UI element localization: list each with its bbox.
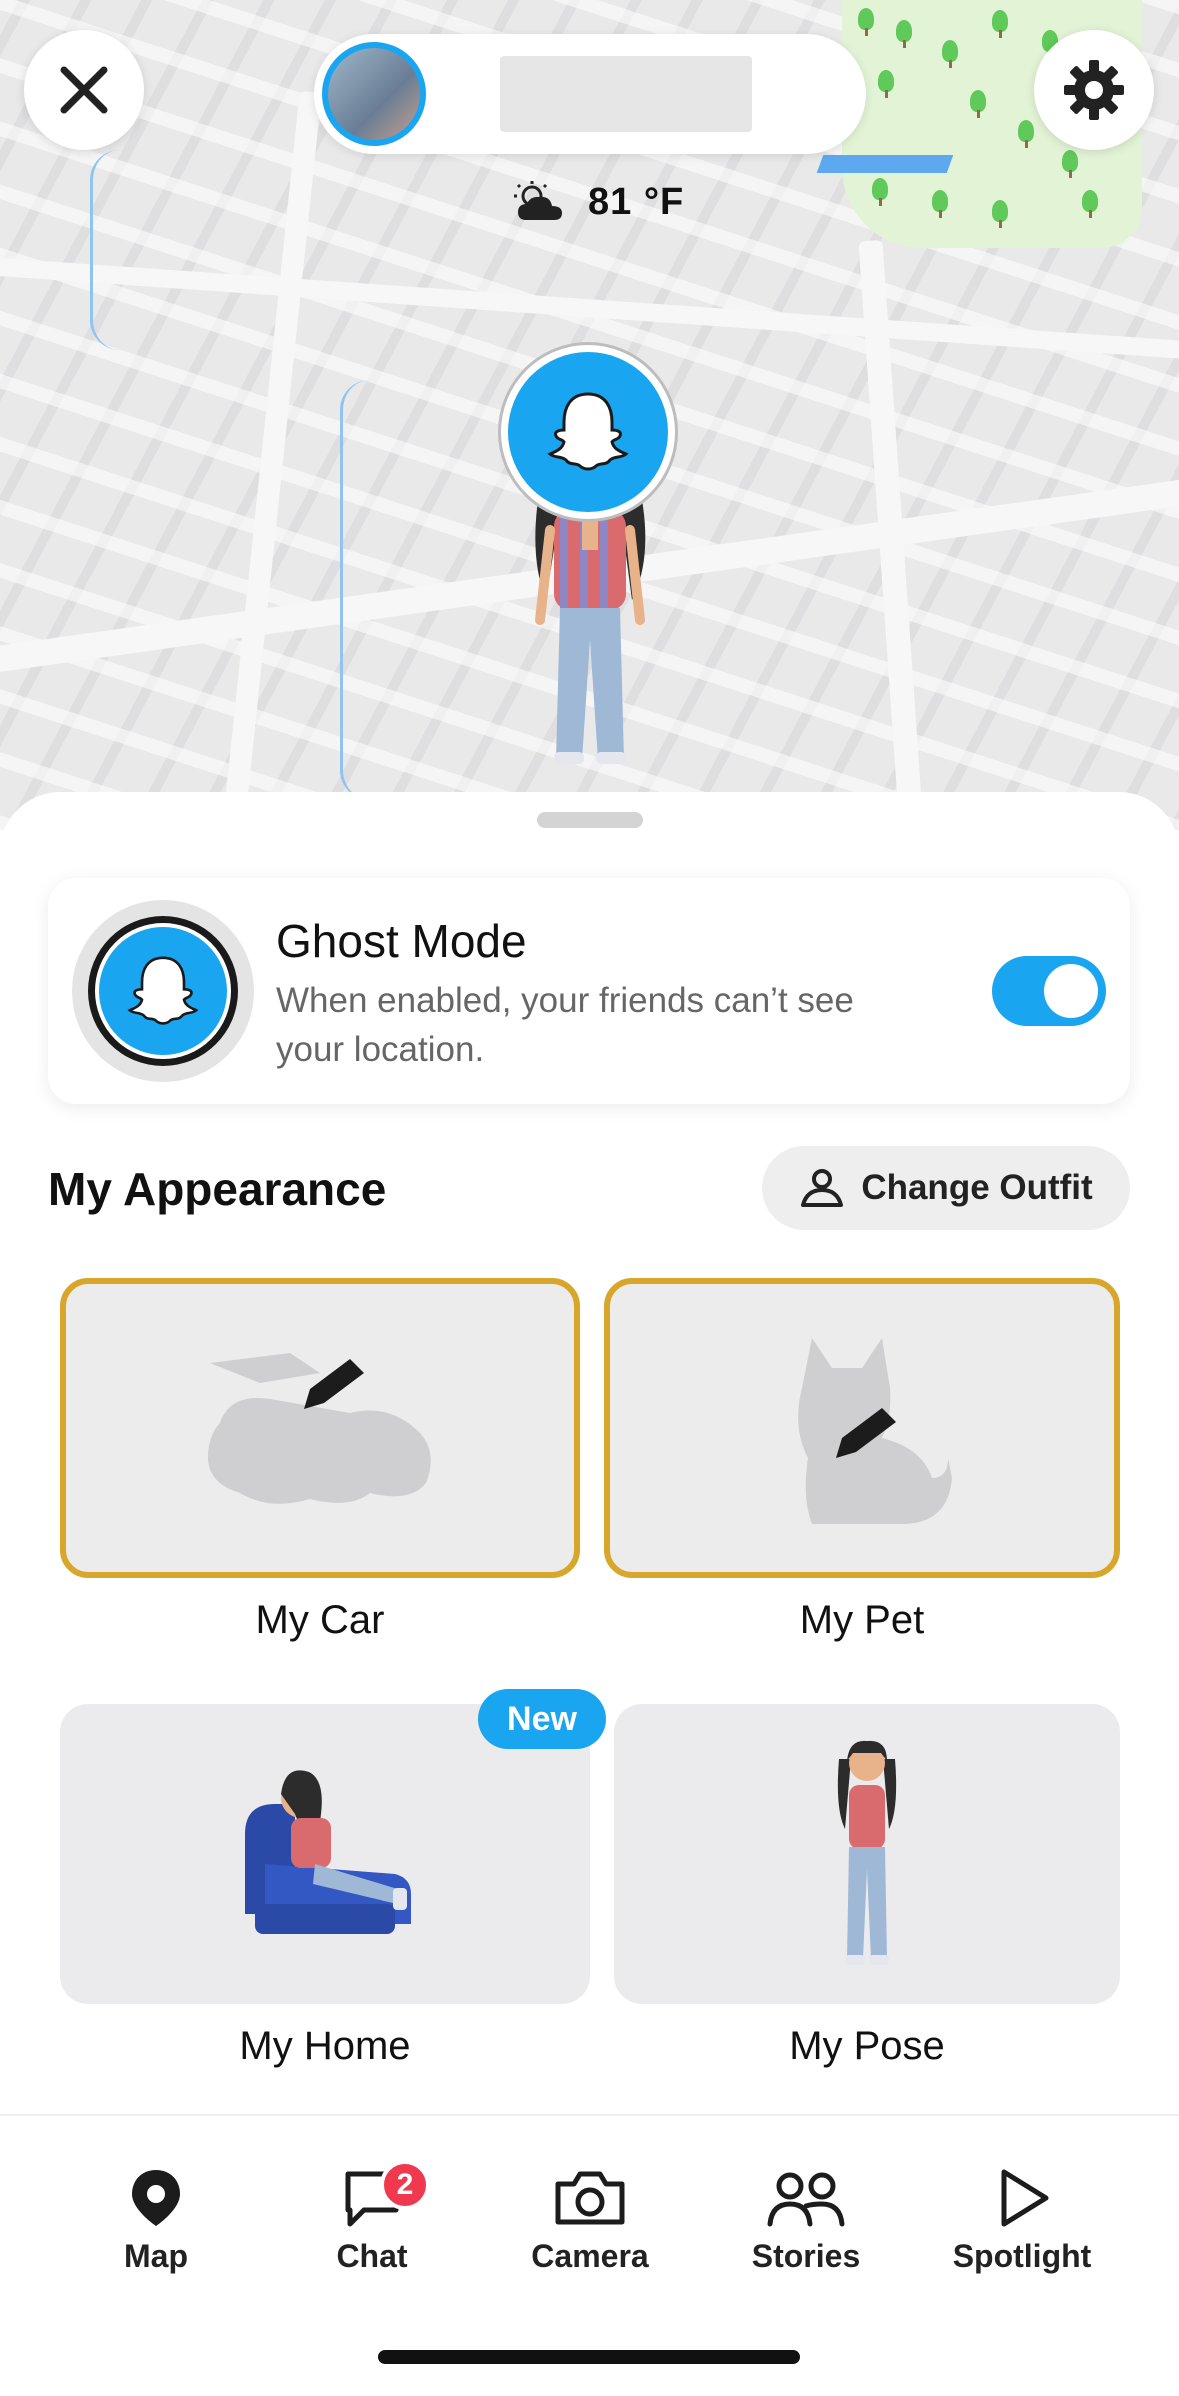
tab-spotlight[interactable]: Spotlight (932, 2166, 1112, 2275)
avatar[interactable] (322, 42, 426, 146)
tree-icon (858, 8, 874, 36)
tab-map[interactable]: Map (66, 2166, 246, 2275)
map-pin-icon (132, 2170, 180, 2226)
profile-name (500, 56, 752, 132)
ghost-location-marker[interactable] (498, 342, 678, 522)
ghost-mode-toggle[interactable] (992, 956, 1106, 1026)
temperature-label: 81 °F (588, 180, 685, 223)
spotlight-icon (1001, 2169, 1049, 2227)
tab-label: Camera (531, 2238, 649, 2274)
my-pet-tile[interactable] (604, 1278, 1120, 1578)
home-indicator[interactable] (378, 2350, 800, 2364)
stories-icon (767, 2172, 845, 2227)
tab-chat[interactable]: 2 Chat (282, 2160, 462, 2275)
tree-icon (872, 178, 888, 206)
dog-silhouette-edit-icon (798, 1338, 952, 1524)
new-badge: New (478, 1689, 606, 1749)
map-river (90, 150, 150, 350)
person-icon (801, 1169, 844, 1207)
change-outfit-button[interactable]: Change Outfit (762, 1146, 1130, 1230)
sheet-grabber[interactable] (537, 812, 643, 828)
camera-icon (555, 2171, 625, 2225)
profile-pill[interactable] (314, 34, 866, 154)
ghost-icon (127, 956, 199, 1025)
tab-label: Chat (336, 2238, 408, 2274)
tab-label: Map (124, 2238, 188, 2274)
settings-button[interactable] (1034, 30, 1154, 150)
tab-stories[interactable]: Stories (716, 2166, 896, 2275)
ghost-mode-card: Ghost Mode When enabled, your friends ca… (48, 878, 1130, 1104)
tree-icon (878, 70, 894, 98)
map-pond (816, 155, 954, 173)
tab-camera[interactable]: Camera (500, 2166, 680, 2275)
tree-icon (932, 190, 948, 218)
my-home-tile[interactable] (60, 1704, 590, 2004)
my-home-label: My Home (239, 2024, 411, 2068)
tab-label: Stories (751, 2238, 861, 2274)
toggle-knob (1044, 964, 1098, 1018)
weather-readout: 81 °F (510, 180, 684, 224)
close-icon (60, 66, 108, 114)
tree-icon (942, 40, 958, 68)
gear-icon (1064, 60, 1124, 120)
tree-icon (1082, 190, 1098, 218)
ghost-icon (547, 392, 629, 471)
map-road (220, 90, 322, 830)
partly-cloudy-icon (514, 181, 562, 220)
ghost-mode-description: When enabled, your friends can’t see you… (276, 981, 854, 1069)
my-pose-label: My Pose (789, 2024, 945, 2068)
tree-icon (970, 90, 986, 118)
tree-icon (1018, 120, 1034, 148)
tree-icon (992, 200, 1008, 228)
my-car-label: My Car (255, 1598, 385, 1642)
tree-icon (896, 20, 912, 48)
avatar (72, 900, 254, 1082)
map-view[interactable]: 81 °F (0, 0, 1179, 830)
bitmoji-recliner (245, 1770, 411, 1934)
tab-label: Spotlight (952, 2238, 1092, 2274)
tree-icon (992, 10, 1008, 38)
map-river (340, 380, 400, 800)
close-button[interactable] (24, 30, 144, 150)
tree-icon (1062, 150, 1078, 178)
ghost-mode-title: Ghost Mode (276, 915, 527, 967)
car-silhouette-edit-icon (207, 1353, 431, 1504)
my-car-tile[interactable] (60, 1278, 580, 1578)
chat-unread-badge: 2 (380, 2160, 430, 2210)
my-pose-tile[interactable] (614, 1704, 1120, 2004)
change-outfit-label: Change Outfit (861, 1168, 1093, 1207)
my-pet-label: My Pet (799, 1598, 925, 1642)
section-title: My Appearance (48, 1163, 387, 1215)
bitmoji-standing (837, 1740, 897, 1965)
